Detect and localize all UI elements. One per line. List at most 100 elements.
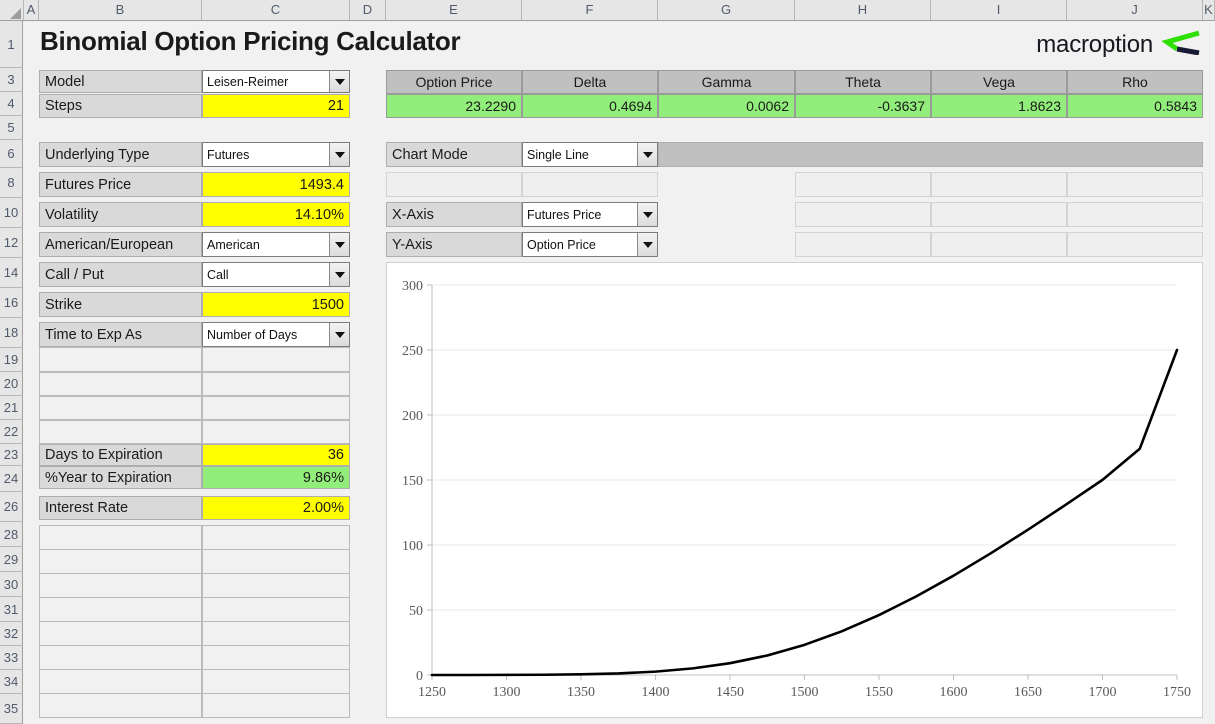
- label-steps: Steps: [39, 94, 202, 118]
- cell-b35[interactable]: [39, 693, 202, 718]
- cell-b19[interactable]: [39, 347, 202, 372]
- cell-b33[interactable]: [39, 645, 202, 670]
- cell-f-blank-1[interactable]: [522, 172, 658, 197]
- model-dropdown[interactable]: Leisen-Reimer: [202, 70, 350, 93]
- chevron-down-icon[interactable]: [329, 233, 349, 256]
- cell-b29[interactable]: [39, 549, 202, 574]
- cell-b31[interactable]: [39, 597, 202, 622]
- chevron-down-icon[interactable]: [637, 203, 657, 226]
- cell-c20[interactable]: [202, 372, 350, 396]
- cell-b34[interactable]: [39, 669, 202, 694]
- column-header-d[interactable]: D: [350, 0, 386, 20]
- column-header-e[interactable]: E: [386, 0, 522, 20]
- row-header-23[interactable]: 23: [0, 444, 23, 466]
- cell-c33[interactable]: [202, 645, 350, 670]
- row-header-29[interactable]: 29: [0, 547, 23, 572]
- row-header-4[interactable]: 4: [0, 92, 23, 116]
- chevron-down-icon[interactable]: [329, 71, 349, 92]
- cell-b28[interactable]: [39, 525, 202, 550]
- row-header-20[interactable]: 20: [0, 372, 23, 396]
- cell-j-blank-2[interactable]: [1067, 202, 1203, 227]
- row-header-19[interactable]: 19: [0, 348, 23, 372]
- cell-c32[interactable]: [202, 621, 350, 646]
- chart-mode-dropdown[interactable]: Single Line: [522, 142, 658, 167]
- chevron-down-icon[interactable]: [637, 143, 657, 166]
- time-to-exp-as-dropdown[interactable]: Number of Days: [202, 322, 350, 347]
- cell-h-blank-2[interactable]: [795, 202, 931, 227]
- cell-c30[interactable]: [202, 573, 350, 598]
- row-header-8[interactable]: 8: [0, 168, 23, 198]
- column-header-a[interactable]: A: [24, 0, 39, 20]
- input-futures-price[interactable]: 1493.4: [202, 172, 350, 197]
- row-header-14[interactable]: 14: [0, 258, 23, 288]
- row-header-1[interactable]: 1: [0, 21, 23, 68]
- cell-c19[interactable]: [202, 347, 350, 372]
- svg-text:1500: 1500: [791, 685, 819, 700]
- cell-c29[interactable]: [202, 549, 350, 574]
- cell-b30[interactable]: [39, 573, 202, 598]
- column-header-h[interactable]: H: [795, 0, 931, 20]
- svg-text:300: 300: [402, 279, 423, 294]
- row-header-30[interactable]: 30: [0, 572, 23, 597]
- row-header-31[interactable]: 31: [0, 597, 23, 622]
- y-axis-dropdown[interactable]: Option Price: [522, 232, 658, 257]
- input-steps[interactable]: 21: [202, 94, 350, 118]
- chevron-down-icon[interactable]: [329, 263, 349, 286]
- cell-i-blank-1[interactable]: [931, 172, 1067, 197]
- cell-h-blank-1[interactable]: [795, 172, 931, 197]
- chevron-down-icon[interactable]: [637, 233, 657, 256]
- input-strike[interactable]: 1500: [202, 292, 350, 317]
- row-header-18[interactable]: 18: [0, 318, 23, 348]
- call-put-dropdown[interactable]: Call: [202, 262, 350, 287]
- underlying-type-dropdown[interactable]: Futures: [202, 142, 350, 167]
- input-days-to-expiration[interactable]: 36: [202, 444, 350, 466]
- row-header-35[interactable]: 35: [0, 694, 23, 724]
- american-european-dropdown[interactable]: American: [202, 232, 350, 257]
- chevron-down-icon[interactable]: [329, 323, 349, 346]
- row-header-16[interactable]: 16: [0, 288, 23, 318]
- column-header-k[interactable]: K: [1203, 0, 1215, 20]
- cell-c31[interactable]: [202, 597, 350, 622]
- cell-e-blank-1[interactable]: [386, 172, 522, 197]
- row-header-3[interactable]: 3: [0, 68, 23, 92]
- row-header-28[interactable]: 28: [0, 522, 23, 547]
- cell-i-blank-2[interactable]: [931, 202, 1067, 227]
- row-header-33[interactable]: 33: [0, 646, 23, 670]
- cell-b21[interactable]: [39, 396, 202, 420]
- column-header-b[interactable]: B: [39, 0, 202, 20]
- input-interest-rate[interactable]: 2.00%: [202, 496, 350, 520]
- row-header-21[interactable]: 21: [0, 396, 23, 420]
- cell-j-blank-1[interactable]: [1067, 172, 1203, 197]
- cell-c34[interactable]: [202, 669, 350, 694]
- cell-b32[interactable]: [39, 621, 202, 646]
- cell-h-blank-3[interactable]: [795, 232, 931, 257]
- column-header-i[interactable]: I: [931, 0, 1067, 20]
- select-all-corner[interactable]: [0, 0, 24, 20]
- column-header-f[interactable]: F: [522, 0, 658, 20]
- row-header-22[interactable]: 22: [0, 420, 23, 444]
- svg-text:1700: 1700: [1089, 685, 1117, 700]
- row-header-24[interactable]: 24: [0, 466, 23, 492]
- cell-b22[interactable]: [39, 420, 202, 444]
- cell-i-blank-3[interactable]: [931, 232, 1067, 257]
- cell-c21[interactable]: [202, 396, 350, 420]
- column-header-c[interactable]: C: [202, 0, 350, 20]
- cell-b20[interactable]: [39, 372, 202, 396]
- row-header-5[interactable]: 5: [0, 116, 23, 140]
- cell-c22[interactable]: [202, 420, 350, 444]
- cell-c28[interactable]: [202, 525, 350, 550]
- row-header-10[interactable]: 10: [0, 198, 23, 228]
- input-volatility[interactable]: 14.10%: [202, 202, 350, 227]
- column-header-g[interactable]: G: [658, 0, 795, 20]
- row-header-12[interactable]: 12: [0, 228, 23, 258]
- row-header-34[interactable]: 34: [0, 670, 23, 694]
- row-header-26[interactable]: 26: [0, 492, 23, 522]
- svg-text:1650: 1650: [1014, 685, 1042, 700]
- chevron-down-icon[interactable]: [329, 143, 349, 166]
- row-header-6[interactable]: 6: [0, 140, 23, 168]
- x-axis-dropdown[interactable]: Futures Price: [522, 202, 658, 227]
- row-header-32[interactable]: 32: [0, 622, 23, 646]
- cell-j-blank-3[interactable]: [1067, 232, 1203, 257]
- column-header-j[interactable]: J: [1067, 0, 1203, 20]
- cell-c35[interactable]: [202, 693, 350, 718]
